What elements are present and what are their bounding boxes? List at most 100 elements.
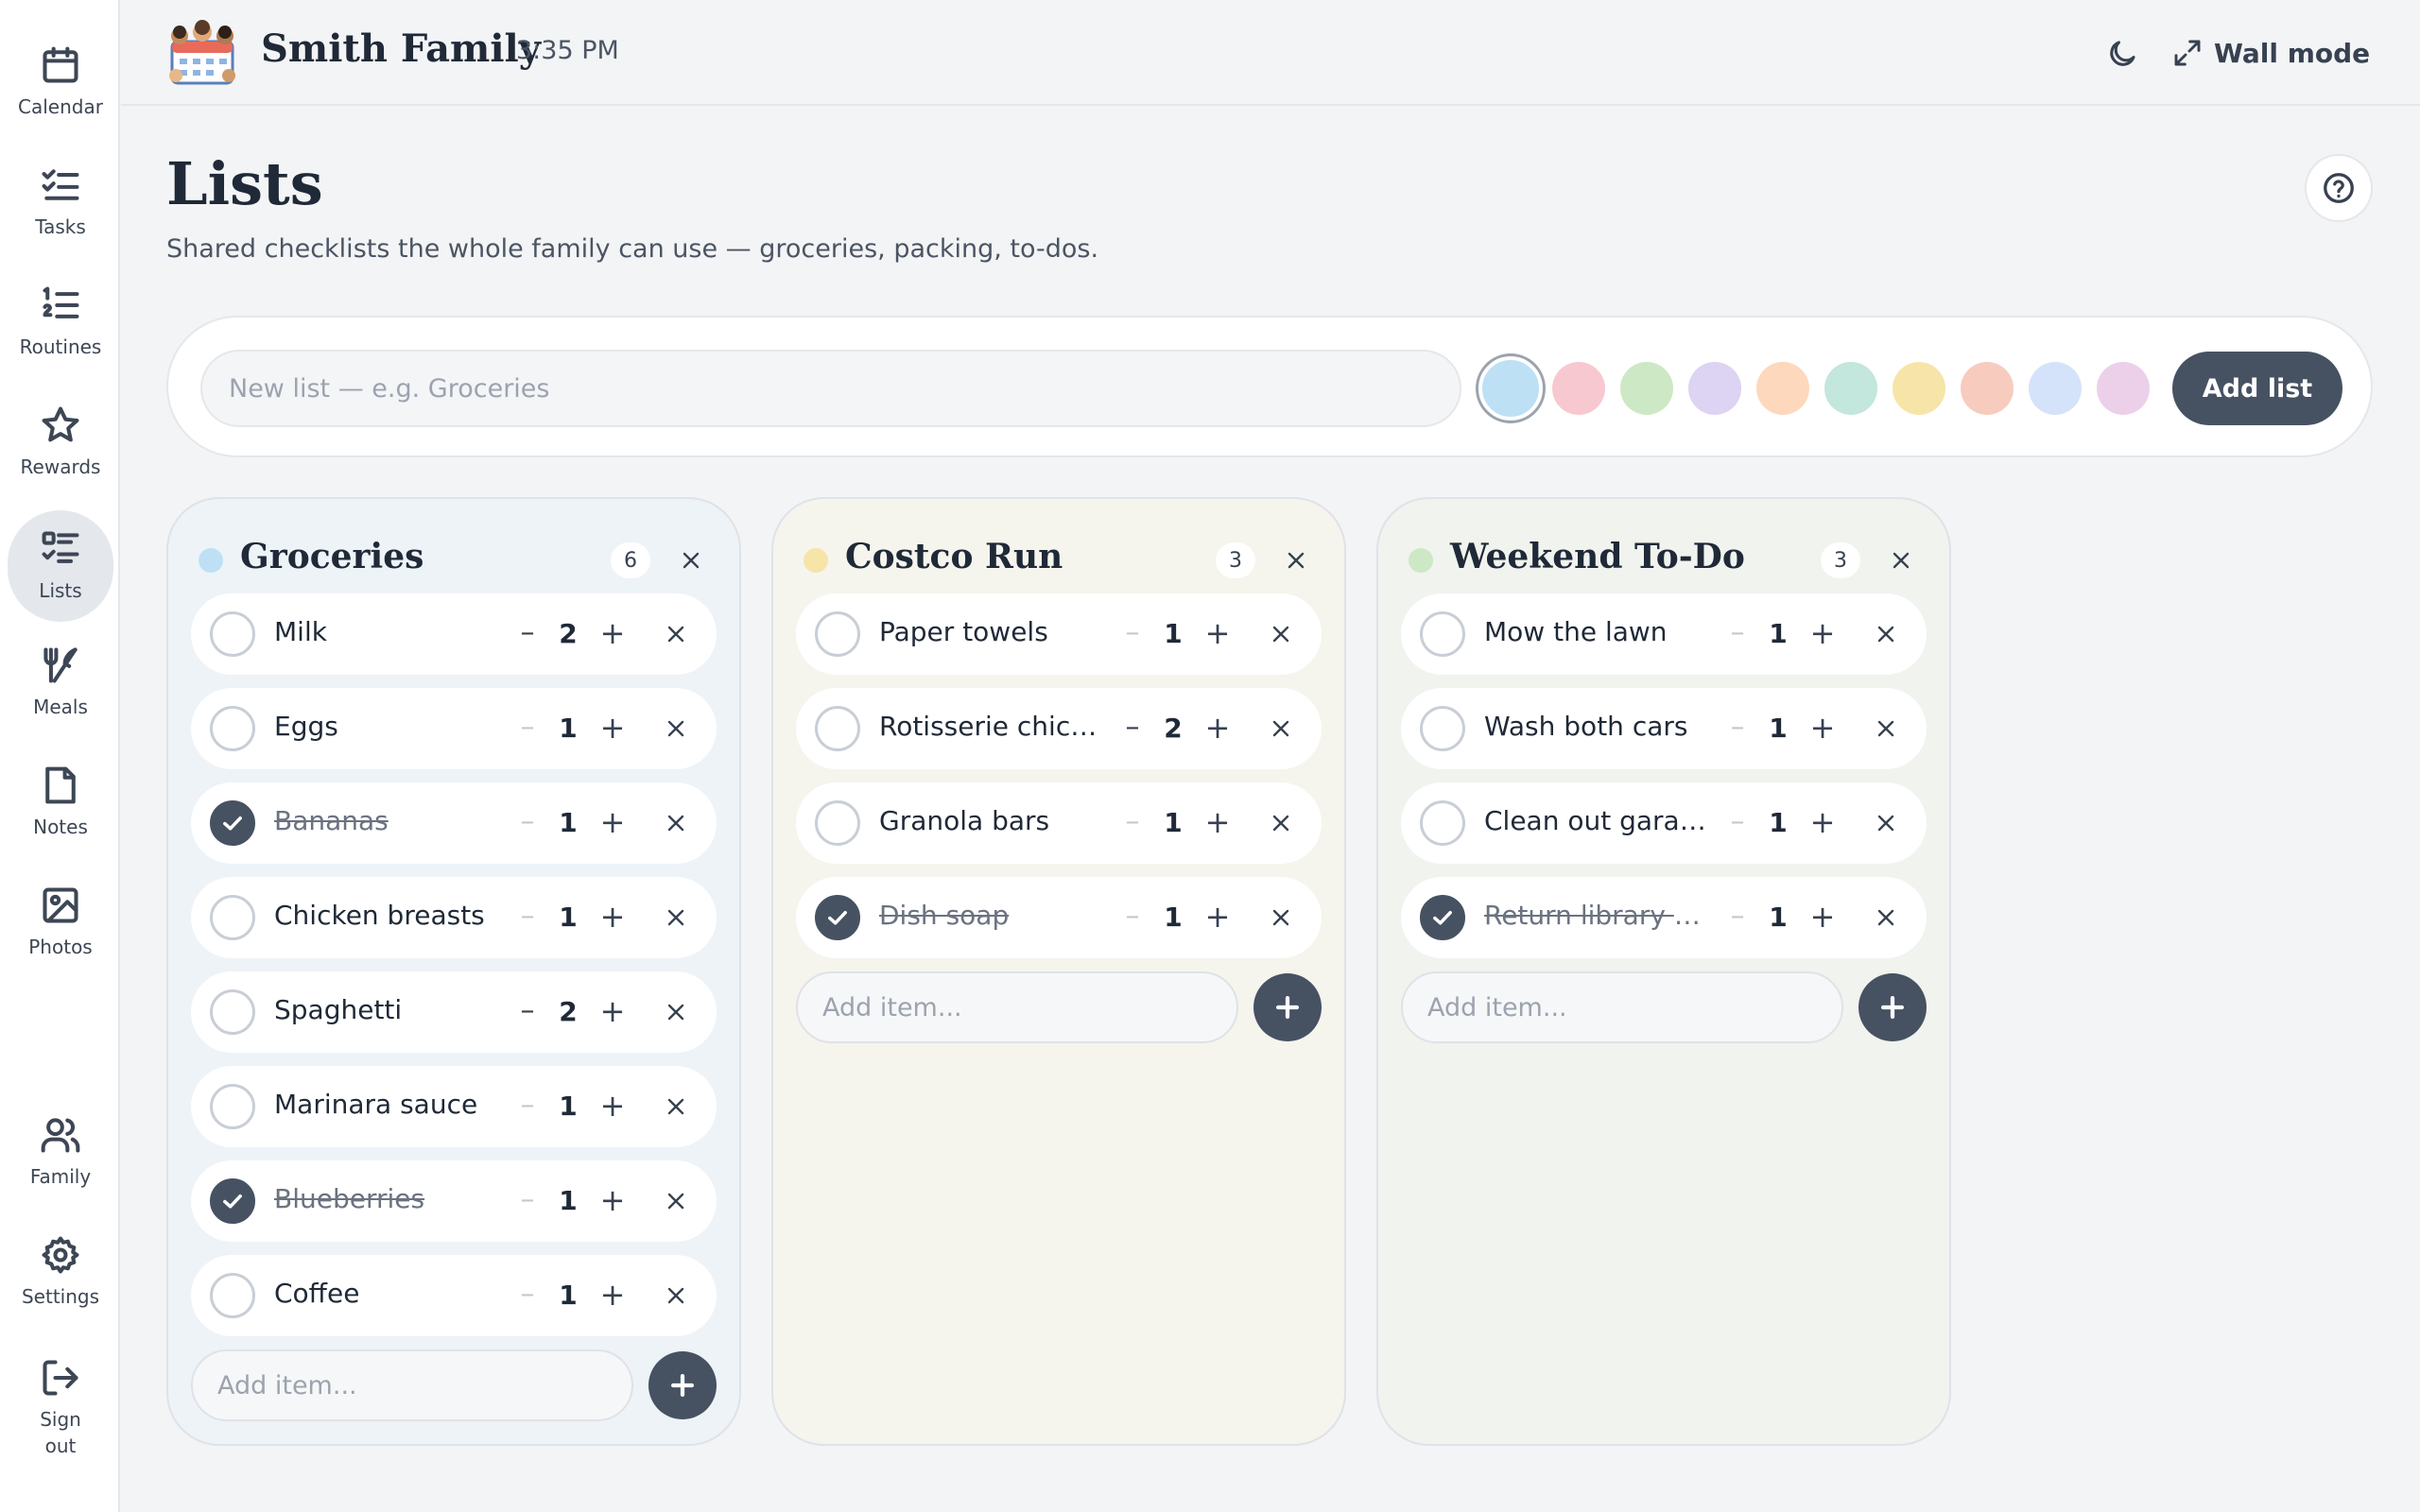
- item-name[interactable]: Blueberries: [274, 1183, 501, 1214]
- wall-mode-button[interactable]: Wall mode: [2172, 26, 2370, 79]
- remove-item-button[interactable]: [1261, 614, 1301, 654]
- decrease-quantity-button[interactable]: –: [510, 1181, 544, 1221]
- increase-quantity-button[interactable]: +: [594, 1276, 631, 1315]
- decrease-quantity-button[interactable]: –: [510, 898, 544, 937]
- sidebar-item-calendar[interactable]: Calendar: [8, 26, 113, 138]
- item-checkbox[interactable]: [210, 706, 255, 751]
- sidebar-item-routines[interactable]: Routines: [8, 266, 113, 378]
- item-name[interactable]: Paper towels: [879, 616, 1106, 647]
- color-swatch[interactable]: [1756, 362, 1809, 415]
- item-name[interactable]: Dish soap: [879, 900, 1106, 931]
- increase-quantity-button[interactable]: +: [1199, 803, 1236, 843]
- item-checkbox[interactable]: [210, 1273, 255, 1318]
- increase-quantity-button[interactable]: +: [594, 992, 631, 1032]
- increase-quantity-button[interactable]: +: [1804, 803, 1841, 843]
- increase-quantity-button[interactable]: +: [594, 614, 631, 654]
- item-name[interactable]: Wash both cars: [1484, 711, 1711, 742]
- decrease-quantity-button[interactable]: –: [1115, 614, 1150, 654]
- sidebar-item-notes[interactable]: Notes: [8, 747, 113, 858]
- add-item-button[interactable]: [648, 1351, 717, 1419]
- remove-item-button[interactable]: [1866, 898, 1906, 937]
- remove-item-button[interactable]: [656, 1276, 696, 1315]
- item-checkbox[interactable]: [210, 1084, 255, 1129]
- decrease-quantity-button[interactable]: –: [1720, 803, 1754, 843]
- item-name[interactable]: Milk: [274, 616, 501, 647]
- increase-quantity-button[interactable]: +: [1804, 614, 1841, 654]
- item-checkbox[interactable]: [210, 800, 255, 846]
- decrease-quantity-button[interactable]: –: [510, 1087, 544, 1126]
- decrease-quantity-button[interactable]: –: [1720, 614, 1754, 654]
- increase-quantity-button[interactable]: +: [594, 1181, 631, 1221]
- decrease-quantity-button[interactable]: –: [1720, 709, 1754, 748]
- item-checkbox[interactable]: [210, 611, 255, 657]
- delete-list-button[interactable]: [671, 541, 711, 580]
- decrease-quantity-button[interactable]: –: [510, 614, 544, 654]
- remove-item-button[interactable]: [656, 803, 696, 843]
- increase-quantity-button[interactable]: +: [594, 1087, 631, 1126]
- color-swatch[interactable]: [2029, 362, 2082, 415]
- item-name[interactable]: Chicken breasts: [274, 900, 501, 931]
- remove-item-button[interactable]: [656, 614, 696, 654]
- remove-item-button[interactable]: [1866, 803, 1906, 843]
- help-button[interactable]: [2305, 154, 2373, 222]
- item-checkbox[interactable]: [815, 611, 860, 657]
- theme-toggle-button[interactable]: [2097, 28, 2148, 79]
- sidebar-item-photos[interactable]: Photos: [8, 867, 113, 978]
- color-swatch[interactable]: [1478, 356, 1543, 421]
- decrease-quantity-button[interactable]: –: [510, 709, 544, 748]
- item-checkbox[interactable]: [210, 895, 255, 940]
- sidebar-item-family[interactable]: Family: [8, 1096, 113, 1208]
- item-name[interactable]: Coffee: [274, 1278, 501, 1309]
- item-checkbox[interactable]: [1420, 800, 1465, 846]
- sidebar-item-sign-out[interactable]: Sign out: [8, 1342, 113, 1474]
- increase-quantity-button[interactable]: +: [1199, 614, 1236, 654]
- sidebar-item-settings[interactable]: Settings: [8, 1216, 113, 1328]
- remove-item-button[interactable]: [656, 898, 696, 937]
- decrease-quantity-button[interactable]: –: [510, 992, 544, 1032]
- item-name[interactable]: Eggs: [274, 711, 501, 742]
- decrease-quantity-button[interactable]: –: [510, 1276, 544, 1315]
- add-item-input[interactable]: [1401, 971, 1843, 1043]
- remove-item-button[interactable]: [1261, 898, 1301, 937]
- color-swatch[interactable]: [1893, 362, 1945, 415]
- decrease-quantity-button[interactable]: –: [1115, 803, 1150, 843]
- increase-quantity-button[interactable]: +: [1199, 709, 1236, 748]
- item-name[interactable]: Rotisserie chick...: [879, 711, 1106, 742]
- delete-list-button[interactable]: [1881, 541, 1921, 580]
- item-name[interactable]: Clean out garage: [1484, 805, 1711, 836]
- item-name[interactable]: Spaghetti: [274, 994, 501, 1025]
- increase-quantity-button[interactable]: +: [1804, 898, 1841, 937]
- item-checkbox[interactable]: [815, 706, 860, 751]
- item-name[interactable]: Mow the lawn: [1484, 616, 1711, 647]
- item-name[interactable]: Granola bars: [879, 805, 1106, 836]
- decrease-quantity-button[interactable]: –: [1115, 898, 1150, 937]
- color-swatch[interactable]: [1620, 362, 1673, 415]
- increase-quantity-button[interactable]: +: [594, 898, 631, 937]
- remove-item-button[interactable]: [1261, 803, 1301, 843]
- add-list-button[interactable]: Add list: [2172, 352, 2342, 425]
- item-checkbox[interactable]: [210, 989, 255, 1035]
- sidebar-item-rewards[interactable]: Rewards: [8, 387, 113, 498]
- add-item-input[interactable]: [191, 1349, 633, 1421]
- item-name[interactable]: Bananas: [274, 805, 501, 836]
- add-item-input[interactable]: [796, 971, 1238, 1043]
- remove-item-button[interactable]: [656, 1181, 696, 1221]
- item-checkbox[interactable]: [1420, 611, 1465, 657]
- increase-quantity-button[interactable]: +: [594, 709, 631, 748]
- remove-item-button[interactable]: [656, 709, 696, 748]
- decrease-quantity-button[interactable]: –: [1115, 709, 1150, 748]
- decrease-quantity-button[interactable]: –: [510, 803, 544, 843]
- increase-quantity-button[interactable]: +: [594, 803, 631, 843]
- add-item-button[interactable]: [1858, 973, 1927, 1041]
- item-checkbox[interactable]: [210, 1178, 255, 1224]
- color-swatch[interactable]: [1824, 362, 1877, 415]
- item-checkbox[interactable]: [815, 895, 860, 940]
- remove-item-button[interactable]: [656, 992, 696, 1032]
- remove-item-button[interactable]: [1866, 614, 1906, 654]
- color-swatch[interactable]: [2097, 362, 2150, 415]
- item-name[interactable]: Marinara sauce: [274, 1089, 501, 1120]
- item-checkbox[interactable]: [815, 800, 860, 846]
- increase-quantity-button[interactable]: +: [1804, 709, 1841, 748]
- color-swatch[interactable]: [1961, 362, 2014, 415]
- item-checkbox[interactable]: [1420, 895, 1465, 940]
